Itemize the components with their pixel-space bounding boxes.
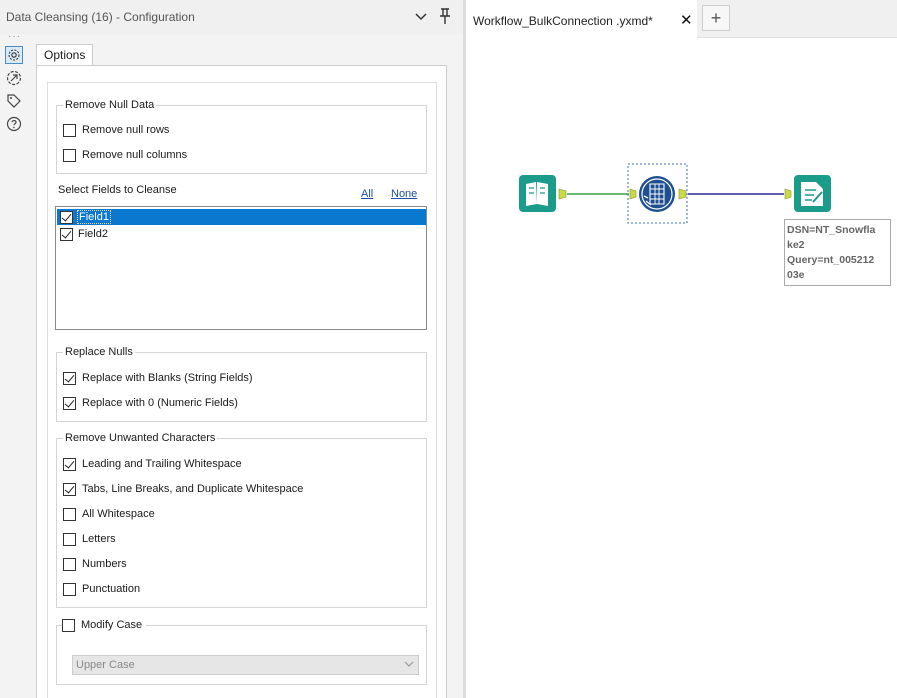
list-item[interactable]: Field2 xyxy=(57,226,426,242)
numbers-checkbox[interactable] xyxy=(63,557,76,571)
field-list[interactable]: Field1 Field2 xyxy=(55,206,427,330)
pin-icon[interactable] xyxy=(437,7,453,25)
checkbox-label: Tabs, Line Breaks, and Duplicate Whitesp… xyxy=(82,483,304,495)
checkbox-label: Letters xyxy=(82,533,116,545)
output-anchor[interactable] xyxy=(678,188,687,200)
select-none-link[interactable]: None xyxy=(391,188,417,200)
field2-checkbox[interactable] xyxy=(60,227,73,241)
letters-option[interactable]: Letters xyxy=(63,531,116,547)
data-cleansing-icon[interactable] xyxy=(639,176,675,212)
tag-icon[interactable] xyxy=(5,92,23,110)
connection-icon[interactable] xyxy=(5,69,23,87)
more-options-icon[interactable]: ··· xyxy=(8,31,21,42)
replace-zero-checkbox[interactable] xyxy=(63,396,76,410)
modify-case-checkbox[interactable] xyxy=(62,618,75,632)
numbers-option[interactable]: Numbers xyxy=(63,556,127,572)
punctuation-checkbox[interactable] xyxy=(63,582,76,596)
tabs-breaks-checkbox[interactable] xyxy=(63,482,76,496)
checkbox-label: Remove null columns xyxy=(82,149,188,161)
close-icon[interactable]: ✕ xyxy=(680,11,693,29)
checkbox-label: Replace with Blanks (String Fields) xyxy=(82,372,253,384)
checkbox-label: Leading and Trailing Whitespace xyxy=(82,458,242,470)
input-book-icon[interactable] xyxy=(519,175,556,212)
replace-blanks-checkbox[interactable] xyxy=(63,371,76,385)
checkbox-label: Punctuation xyxy=(82,583,141,595)
remove-null-columns-checkbox[interactable] xyxy=(63,148,76,162)
group-title: Remove Unwanted Characters xyxy=(63,432,218,444)
tab-options[interactable]: Options xyxy=(36,44,93,66)
gear-icon[interactable] xyxy=(5,46,23,64)
tabs-breaks-option[interactable]: Tabs, Line Breaks, and Duplicate Whitesp… xyxy=(63,481,303,497)
annotation-line: 03e xyxy=(787,269,805,281)
remove-null-data-group: Remove Null Data Remove null rows Remove… xyxy=(56,99,427,174)
remove-null-columns-option[interactable]: Remove null columns xyxy=(63,147,187,163)
annotation-line: Query=nt_005212 xyxy=(787,254,875,266)
chevron-down-icon[interactable] xyxy=(413,8,429,24)
checkbox-label: Replace with 0 (Numeric Fields) xyxy=(82,397,238,409)
replace-nulls-group: Replace Nulls Replace with Blanks (Strin… xyxy=(56,346,427,422)
pane-title: Data Cleansing (16) - Configuration xyxy=(6,10,195,24)
configuration-pane: Data Cleansing (16) - Configuration ··· … xyxy=(0,0,463,698)
punctuation-option[interactable]: Punctuation xyxy=(63,581,140,597)
workflow-graph xyxy=(519,163,831,224)
checkbox-label: Remove null rows xyxy=(82,124,170,136)
remove-null-rows-checkbox[interactable] xyxy=(63,123,76,137)
modify-case-option[interactable]: Modify Case xyxy=(62,617,147,633)
list-item[interactable]: Field1 xyxy=(57,209,426,225)
group-title: Remove Null Data xyxy=(63,99,157,111)
leading-trailing-option[interactable]: Leading and Trailing Whitespace xyxy=(63,456,242,472)
input-anchor[interactable] xyxy=(784,188,792,200)
input-anchor[interactable] xyxy=(629,188,637,200)
select-fields-heading: Select Fields to Cleanse xyxy=(58,184,177,196)
pane-header: Data Cleansing (16) - Configuration xyxy=(0,0,463,34)
checkbox-label: Numbers xyxy=(82,558,127,570)
help-icon[interactable] xyxy=(5,115,23,133)
output-data-icon[interactable] xyxy=(794,175,831,212)
tab-label: Workflow_BulkConnection .yxmd* xyxy=(473,14,653,28)
chevron-down-icon xyxy=(404,659,414,672)
select-all-link[interactable]: All xyxy=(361,188,373,200)
workflow-canvas[interactable]: Workflow_BulkConnection .yxmd* ✕ + DSN=N… xyxy=(466,0,897,698)
case-select-value: Upper Case xyxy=(76,659,135,671)
replace-zero-option[interactable]: Replace with 0 (Numeric Fields) xyxy=(63,395,238,411)
tool-annotation: DSN=NT_Snowfla ke2 Query=nt_005212 03e xyxy=(784,219,891,286)
remove-unwanted-characters-group: Remove Unwanted Characters Leading and T… xyxy=(56,432,427,608)
letters-checkbox[interactable] xyxy=(63,532,76,546)
replace-blanks-option[interactable]: Replace with Blanks (String Fields) xyxy=(63,370,253,386)
field-label: Field1 xyxy=(77,210,111,224)
plus-icon[interactable]: + xyxy=(702,5,730,31)
all-whitespace-checkbox[interactable] xyxy=(63,507,76,521)
tab-workflow[interactable]: Workflow_BulkConnection .yxmd* ✕ xyxy=(466,0,697,38)
checkbox-label: Modify Case xyxy=(81,619,143,631)
annotation-line: ke2 xyxy=(787,239,805,251)
document-tab-bar: Workflow_BulkConnection .yxmd* ✕ + xyxy=(466,0,897,38)
leading-trailing-checkbox[interactable] xyxy=(63,457,76,471)
all-whitespace-option[interactable]: All Whitespace xyxy=(63,506,155,522)
checkbox-label: All Whitespace xyxy=(82,508,155,520)
output-anchor[interactable] xyxy=(558,188,567,200)
annotation-line: DSN=NT_Snowfla xyxy=(787,224,876,236)
group-title: Replace Nulls xyxy=(63,346,135,358)
remove-null-rows-option[interactable]: Remove null rows xyxy=(63,122,169,138)
field-label: Field2 xyxy=(78,228,108,240)
field1-checkbox[interactable] xyxy=(60,210,73,224)
case-select: Upper Case xyxy=(72,655,419,675)
